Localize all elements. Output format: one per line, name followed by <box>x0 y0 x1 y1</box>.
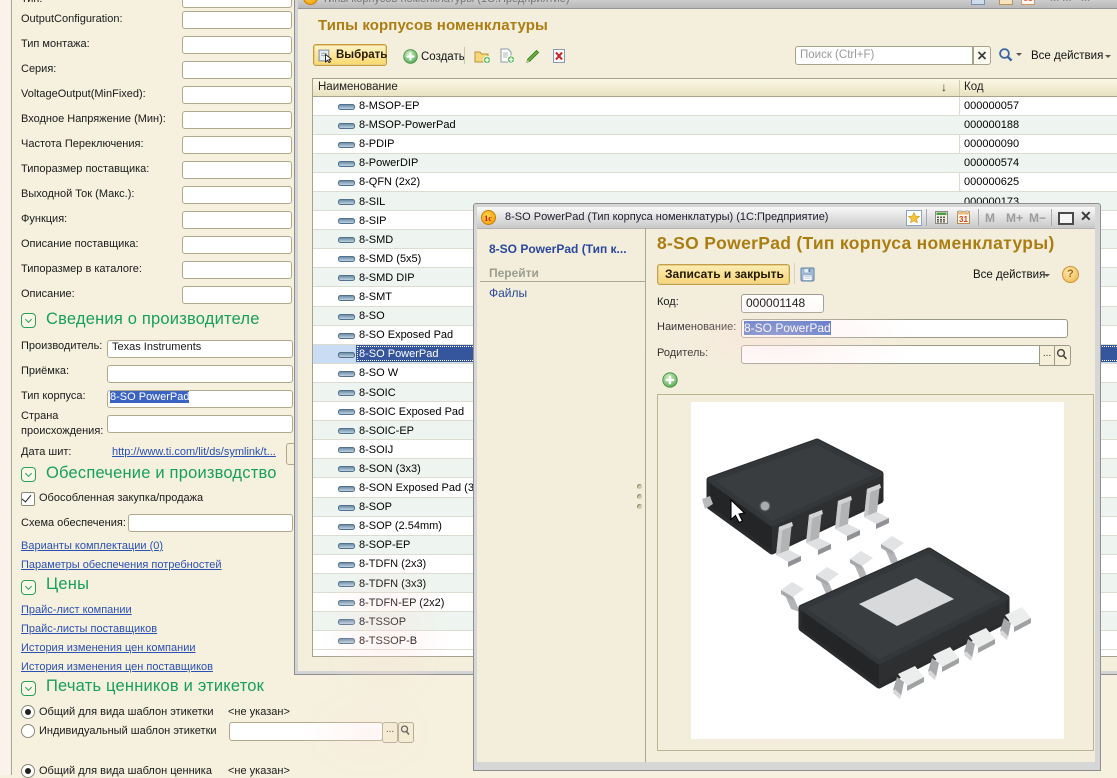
svg-text:31: 31 <box>959 215 968 224</box>
